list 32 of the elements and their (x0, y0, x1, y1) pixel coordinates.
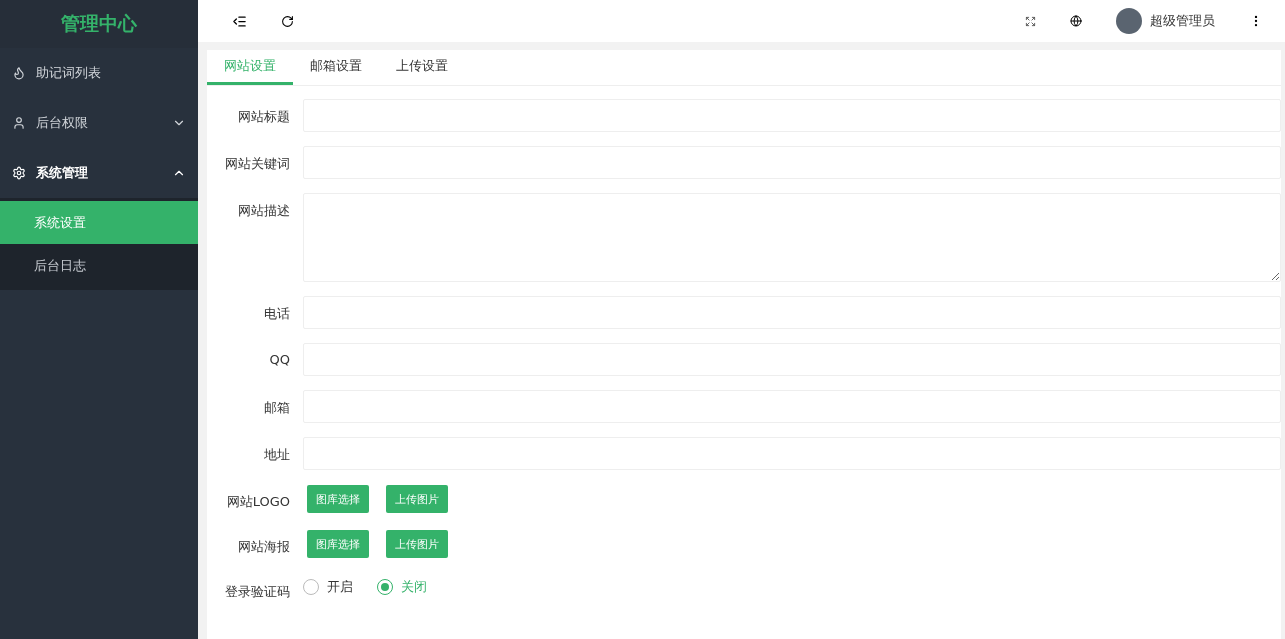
menu-label: 助记词列表 (36, 64, 102, 82)
field-label: 网站标题 (237, 108, 290, 126)
globe-icon[interactable] (1070, 15, 1082, 27)
radio-label: 关闭 (401, 578, 427, 596)
flame-icon (12, 66, 26, 80)
menu-item[interactable]: 助记词列表 (0, 48, 198, 98)
field-label: 网站关键词 (224, 155, 290, 173)
refresh-icon[interactable] (281, 14, 294, 28)
user-name[interactable]: 超级管理员 (1150, 12, 1215, 30)
fullscreen-icon[interactable] (1025, 15, 1036, 27)
settings-icon (12, 166, 26, 180)
radio-label: 开启 (327, 578, 353, 596)
submenu-item[interactable]: 后台日志 (0, 244, 198, 287)
field-label: QQ (268, 351, 290, 367)
menu-label: 后台权限 (36, 114, 89, 132)
tab[interactable]: 上传设置 (379, 50, 465, 85)
field-label: 登录验证码 (224, 583, 290, 601)
field-label: 网站描述 (237, 202, 290, 220)
field-label: 网站LOGO (225, 493, 290, 511)
menu-label: 系统管理 (36, 164, 89, 182)
menu-item[interactable]: 系统管理 (0, 148, 198, 198)
user-icon (12, 116, 26, 130)
avatar[interactable] (1116, 8, 1142, 34)
field-label: 邮箱 (263, 399, 290, 417)
field-label: 电话 (263, 305, 290, 323)
tab[interactable]: 邮箱设置 (293, 50, 379, 85)
field-label: 地址 (263, 446, 290, 464)
menu-item[interactable]: 后台权限 (0, 98, 198, 148)
field-label: 网站海报 (237, 538, 290, 556)
menu-collapse-icon[interactable] (232, 13, 247, 29)
logo: 管理中心 (0, 0, 198, 48)
textarea-field[interactable] (303, 193, 1281, 282)
